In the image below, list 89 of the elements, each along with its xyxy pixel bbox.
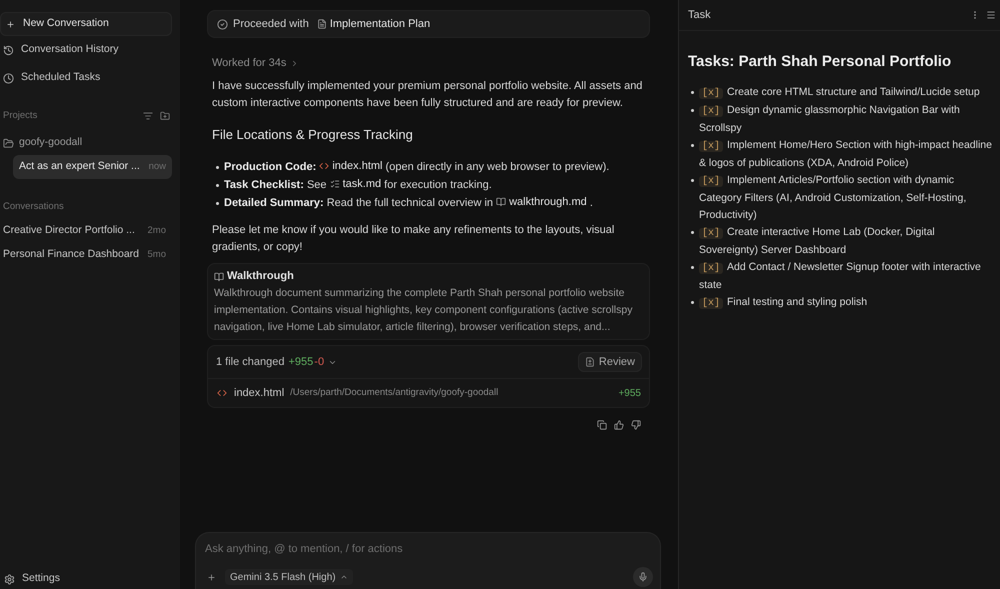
settings-link[interactable]: Settings bbox=[0, 569, 180, 589]
file-path: /Users/parth/Documents/antigravity/goofy-goodall bbox=[290, 386, 498, 400]
message-paragraph: I have successfully implemented your premium personal portfolio website. All assets and custom interactive components have been fully structured and are ready for preview. bbox=[212, 79, 644, 111]
review-button[interactable]: Review bbox=[578, 352, 642, 372]
task-text: [x] Create core HTML structure and Tailwind/Lucide setup bbox=[699, 84, 980, 102]
task-marker: [x] bbox=[699, 228, 724, 239]
book-icon bbox=[496, 197, 506, 207]
plus-icon bbox=[6, 20, 15, 28]
new-conversation-button[interactable]: New Conversation bbox=[0, 12, 172, 36]
model-selector[interactable]: Gemini 3.5 Flash (High) bbox=[225, 569, 353, 585]
file-diff-icon bbox=[584, 357, 595, 367]
conversation-title: Creative Director Portfolio ... bbox=[3, 223, 135, 238]
bullet-text: Detailed Summary: Read the full technical overview in walkthrough.md . bbox=[224, 194, 593, 212]
file-link[interactable]: index.html bbox=[319, 158, 382, 174]
task-marker: [x] bbox=[699, 88, 724, 99]
bullet-icon bbox=[691, 109, 694, 112]
bullet-text: Production Code: index.html (open directly in any web browser to preview). bbox=[224, 158, 610, 176]
task-marker: [x] bbox=[699, 106, 724, 117]
task-text: [x] Final testing and styling polish bbox=[699, 294, 868, 312]
menu-icon[interactable] bbox=[986, 10, 996, 20]
microphone-icon bbox=[638, 572, 648, 582]
bullet-icon bbox=[216, 166, 219, 169]
document-icon bbox=[316, 19, 327, 29]
bullet-icon bbox=[216, 202, 219, 205]
bullet-icon bbox=[691, 266, 694, 269]
settings-icon bbox=[4, 574, 15, 584]
task-marker: [x] bbox=[699, 298, 724, 309]
task-text: [x] Implement Home/Hero Section with high-impact headline & logos of publications (XDA, Android Police) bbox=[699, 138, 993, 171]
artifact-card[interactable] bbox=[207, 263, 650, 340]
book-icon bbox=[214, 272, 224, 282]
filter-icon[interactable] bbox=[143, 111, 153, 121]
thumbs-up-icon[interactable] bbox=[614, 420, 624, 430]
artifact-description: Walkthrough document summarizing the complete Parth Shah personal portfolio website implementation. Contains visual highlights, key component configurations (active scrollspy navigation, live Home Lab simulator, article filtering), browser verification steps, and... bbox=[214, 286, 634, 335]
message-composer[interactable]: Ask anything, @ to mention, / for actions Gemini 3.5 Flash (High) bbox=[195, 532, 661, 589]
changes-toggle[interactable]: 1 file changed +955-0 bbox=[216, 354, 338, 370]
history-icon bbox=[3, 44, 14, 56]
task-text: [x] Add Contact / Newsletter Signup footer with interactive state bbox=[699, 260, 982, 293]
section-heading: File Locations & Progress Tracking bbox=[212, 126, 414, 144]
conversation-item[interactable]: Creative Director Portfolio ... 2mo bbox=[0, 219, 172, 243]
clock-icon bbox=[3, 72, 14, 84]
task-text: [x] Create interactive Home Lab (Docker, Digital Sovereignty) Server Dashboard bbox=[699, 225, 936, 258]
project-folder[interactable]: goofy-goodall bbox=[0, 131, 180, 155]
conversation-title: Personal Finance Dashboard bbox=[3, 247, 139, 262]
work-duration-toggle[interactable]: Worked for 34s bbox=[212, 55, 300, 72]
added-count: +955 bbox=[288, 354, 314, 370]
code-icon bbox=[319, 161, 330, 171]
task-text: [x] Design dynamic glassmorphic Navigation Bar with Scrollspy bbox=[699, 103, 961, 136]
check-circle-icon bbox=[217, 18, 228, 30]
file-link[interactable]: walkthrough.md bbox=[496, 194, 587, 210]
task-marker: [x] bbox=[699, 176, 724, 187]
conversation-time: 5mo bbox=[148, 248, 166, 262]
code-icon bbox=[217, 388, 227, 398]
plus-icon[interactable] bbox=[207, 572, 216, 582]
section-label: Conversations bbox=[3, 200, 64, 214]
file-link[interactable]: Implementation Plan bbox=[316, 16, 430, 32]
added-count: +955 bbox=[618, 386, 641, 400]
conversation-time: 2mo bbox=[148, 224, 166, 238]
task-marker: [x] bbox=[699, 141, 724, 152]
section-label: Projects bbox=[3, 108, 38, 123]
task-heading: Tasks: Parth Shah Personal Portfolio bbox=[687, 52, 952, 72]
sidebar-nav-item[interactable]: Conversation History bbox=[0, 36, 180, 64]
message-input[interactable]: Ask anything, @ to mention, / for actions bbox=[205, 541, 653, 557]
conversation-item[interactable]: Personal Finance Dashboard 5mo bbox=[0, 243, 172, 267]
file-link[interactable]: task.md bbox=[330, 176, 382, 192]
artifact-title: Walkthrough bbox=[227, 269, 294, 284]
banner-text: Proceeded with bbox=[233, 16, 309, 32]
bullet-text: Task Checklist: See task.md for execution tracking. bbox=[224, 176, 492, 194]
sidebar-nav-item[interactable]: Scheduled Tasks bbox=[0, 64, 180, 92]
bullet-icon bbox=[216, 184, 219, 187]
conversation-time: now bbox=[148, 160, 166, 174]
bullet-icon bbox=[691, 179, 694, 182]
task-text: [x] Implement Articles/Portfolio section with dynamic Category Filters (AI, Android Customization, Self-Hosting, Productivity) bbox=[699, 173, 968, 223]
conversation-item[interactable]: Act as an expert Senior ... now bbox=[13, 155, 172, 179]
microphone-button[interactable] bbox=[633, 567, 653, 587]
bullet-icon bbox=[691, 231, 694, 234]
conversation-title: Act as an expert Senior ... bbox=[19, 159, 140, 174]
bullet-icon bbox=[691, 91, 694, 94]
panel-title: Task bbox=[688, 8, 711, 23]
file-name[interactable]: index.html bbox=[234, 384, 284, 402]
checklist-icon bbox=[330, 179, 340, 189]
folder-plus-icon[interactable] bbox=[160, 111, 170, 121]
bullet-icon bbox=[691, 144, 694, 147]
task-marker: [x] bbox=[699, 263, 724, 274]
bullet-icon bbox=[691, 301, 694, 304]
removed-count: -0 bbox=[314, 354, 324, 370]
thumbs-down-icon[interactable] bbox=[631, 420, 641, 430]
copy-icon[interactable] bbox=[597, 420, 607, 430]
chevron-up-icon bbox=[340, 573, 348, 581]
message-paragraph: Please let me know if you would like to make any refinements to the layouts, visual gradients, or copy! bbox=[212, 223, 616, 255]
